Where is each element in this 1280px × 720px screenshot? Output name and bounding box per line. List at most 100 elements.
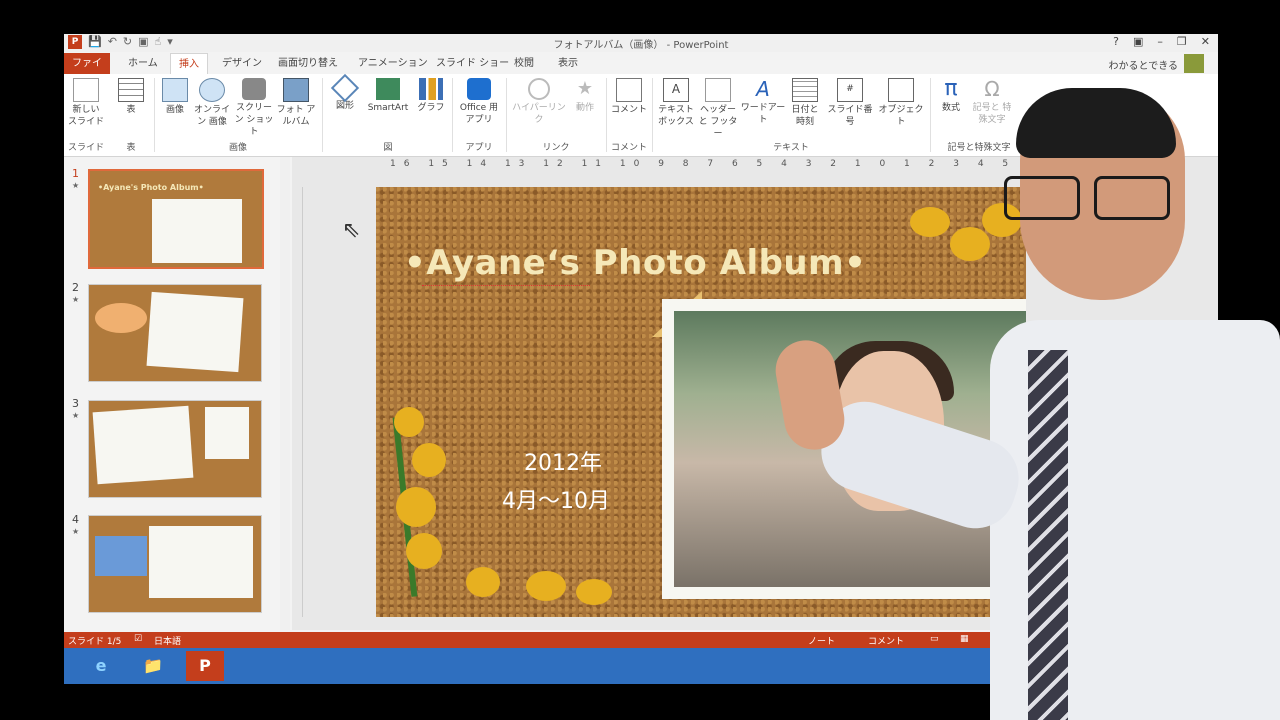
slide-thumbnail-pane: 1 ★ •Ayane's Photo Album• 2 ★ 3 ★ 4 ★ <box>64 157 292 630</box>
slide-number-button[interactable]: # スライド番号 <box>824 78 876 128</box>
mimosa-flower <box>466 567 500 597</box>
header-footer-button[interactable]: ヘッダーと フッター <box>698 78 738 140</box>
photo-album-icon <box>283 78 309 102</box>
tab-file[interactable]: ファイル <box>64 53 110 90</box>
avatar[interactable] <box>1184 54 1204 73</box>
slide-thumbnail-4[interactable] <box>88 515 262 613</box>
account-name[interactable]: わかるとできる <box>1109 57 1179 72</box>
thumbnail-photo <box>149 526 253 598</box>
mimosa-flower <box>412 443 446 477</box>
action-icon: ★ <box>576 78 594 99</box>
online-image-label: オンライン 画像 <box>193 105 230 127</box>
slide-title[interactable]: •Ayane‘s Photo Album• <box>404 243 866 283</box>
mimosa-flower <box>396 487 436 527</box>
screenshot-label: スクリーン ショット <box>234 103 274 137</box>
slide-year-text[interactable]: 2012年 <box>524 445 602 477</box>
mimosa-flower <box>526 571 566 601</box>
photo-album-button[interactable]: フォト アルバム <box>276 78 316 128</box>
slide-months-text[interactable]: 4月～10月 <box>502 483 610 515</box>
separator <box>506 78 507 152</box>
group-label-illustrations: 図 <box>383 143 393 153</box>
smartart-button[interactable]: SmartArt <box>364 78 412 114</box>
image-icon <box>162 78 188 102</box>
tab-transitions[interactable]: 画面切り替え <box>270 53 346 74</box>
tab-design[interactable]: デザイン <box>214 53 270 74</box>
file-explorer-icon[interactable]: 📁 <box>134 651 172 681</box>
textbox-button[interactable]: A テキスト ボックス <box>656 78 696 128</box>
spellcheck-icon[interactable]: ☑ <box>134 634 142 644</box>
ribbon-tabs: ファイル ホーム 挿入 デザイン 画面切り替え アニメーション スライド ショー… <box>64 53 1218 90</box>
slide-thumbnail-2[interactable] <box>88 284 262 382</box>
textbox-label: テキスト ボックス <box>658 105 694 127</box>
smartart-label: SmartArt <box>367 103 409 113</box>
thumbnail-scrollbar[interactable] <box>280 157 290 630</box>
help-button[interactable]: ? <box>1113 35 1119 48</box>
hyperlink-button[interactable]: ハイパーリンク <box>510 78 568 126</box>
chart-button[interactable]: グラフ <box>416 78 446 114</box>
comment-button[interactable]: コメント <box>610 78 648 116</box>
separator <box>322 78 323 152</box>
chart-icon <box>419 78 443 100</box>
datetime-button[interactable]: 日付と 時刻 <box>788 78 822 128</box>
slide-thumbnail-3[interactable] <box>88 400 262 498</box>
equation-label: 数式 <box>941 103 960 113</box>
mimosa-flower <box>910 207 950 237</box>
screenshot-button[interactable]: スクリーン ショット <box>234 78 274 138</box>
new-slide-icon <box>73 78 99 102</box>
header-footer-label: ヘッダーと フッター <box>698 105 738 139</box>
photo-album-label: フォト アルバム <box>276 105 316 127</box>
powerpoint-taskbar-icon[interactable]: P <box>186 651 224 681</box>
wordart-button[interactable]: A ワードアート <box>740 78 786 126</box>
action-button[interactable]: ★ 動作 <box>570 78 600 114</box>
comments-button[interactable]: コメント <box>868 634 904 647</box>
tab-slideshow[interactable]: スライド ショー <box>428 53 517 74</box>
language-indicator[interactable]: 日本語 <box>154 634 181 647</box>
tab-animations[interactable]: アニメーション <box>350 53 436 74</box>
separator <box>452 78 453 152</box>
online-image-button[interactable]: オンライン 画像 <box>192 78 232 128</box>
chart-label: グラフ <box>417 103 445 113</box>
tab-insert[interactable]: 挿入 <box>170 53 208 75</box>
presenter-glasses <box>1004 176 1174 220</box>
minimize-button[interactable]: – <box>1157 35 1163 48</box>
image-label: 画像 <box>165 105 184 115</box>
office-apps-icon <box>467 78 491 100</box>
tab-review[interactable]: 校閲 <box>506 53 542 74</box>
vertical-ruler <box>302 187 313 617</box>
slide-number-icon: # <box>837 78 863 102</box>
presenter-tie <box>1028 350 1068 720</box>
object-button[interactable]: オブジェクト <box>878 78 924 128</box>
group-label-slides: スライド <box>67 143 104 153</box>
thumbnail-photo <box>146 291 244 373</box>
slide-thumbnail-1[interactable]: •Ayane's Photo Album• <box>88 169 264 269</box>
table-button[interactable]: 表 <box>116 78 146 116</box>
ribbon-display-options-button[interactable]: ▣ <box>1133 35 1143 48</box>
smartart-icon <box>376 78 400 100</box>
comment-label: コメント <box>610 105 647 115</box>
internet-explorer-icon[interactable]: e <box>82 651 120 681</box>
header-footer-icon <box>705 78 731 102</box>
office-apps-button[interactable]: Office 用 アプリ <box>456 78 502 126</box>
tab-home[interactable]: ホーム <box>120 53 166 74</box>
new-slide-button[interactable]: 新しい スライド <box>68 78 104 128</box>
slide-sorter-icon[interactable]: ▦ <box>960 634 969 644</box>
restore-button[interactable]: ❐ <box>1177 35 1187 48</box>
screenshot-icon <box>242 78 266 100</box>
notes-button[interactable]: ノート <box>808 634 835 647</box>
normal-view-icon[interactable]: ▭ <box>930 634 939 644</box>
equation-button[interactable]: π 数式 <box>934 78 968 114</box>
group-label-text: テキスト <box>773 143 809 153</box>
tab-view[interactable]: 表示 <box>550 53 586 74</box>
thumbnail-photo <box>152 199 242 263</box>
separator <box>652 78 653 152</box>
group-label-apps: アプリ <box>465 143 493 153</box>
office-apps-label: Office 用 アプリ <box>459 103 499 125</box>
close-button[interactable]: ✕ <box>1201 35 1210 48</box>
current-slide[interactable]: •Ayane‘s Photo Album• 2012年 4月～10月 <box>376 187 1026 617</box>
thumbnail-title: •Ayane's Photo Album• <box>98 183 204 192</box>
slide-number-label: スライド番号 <box>827 105 873 127</box>
shapes-icon <box>330 73 360 103</box>
presenter-video-overlay <box>770 88 1280 720</box>
image-button[interactable]: 画像 <box>160 78 190 116</box>
shapes-button[interactable]: 図形 <box>328 73 362 112</box>
